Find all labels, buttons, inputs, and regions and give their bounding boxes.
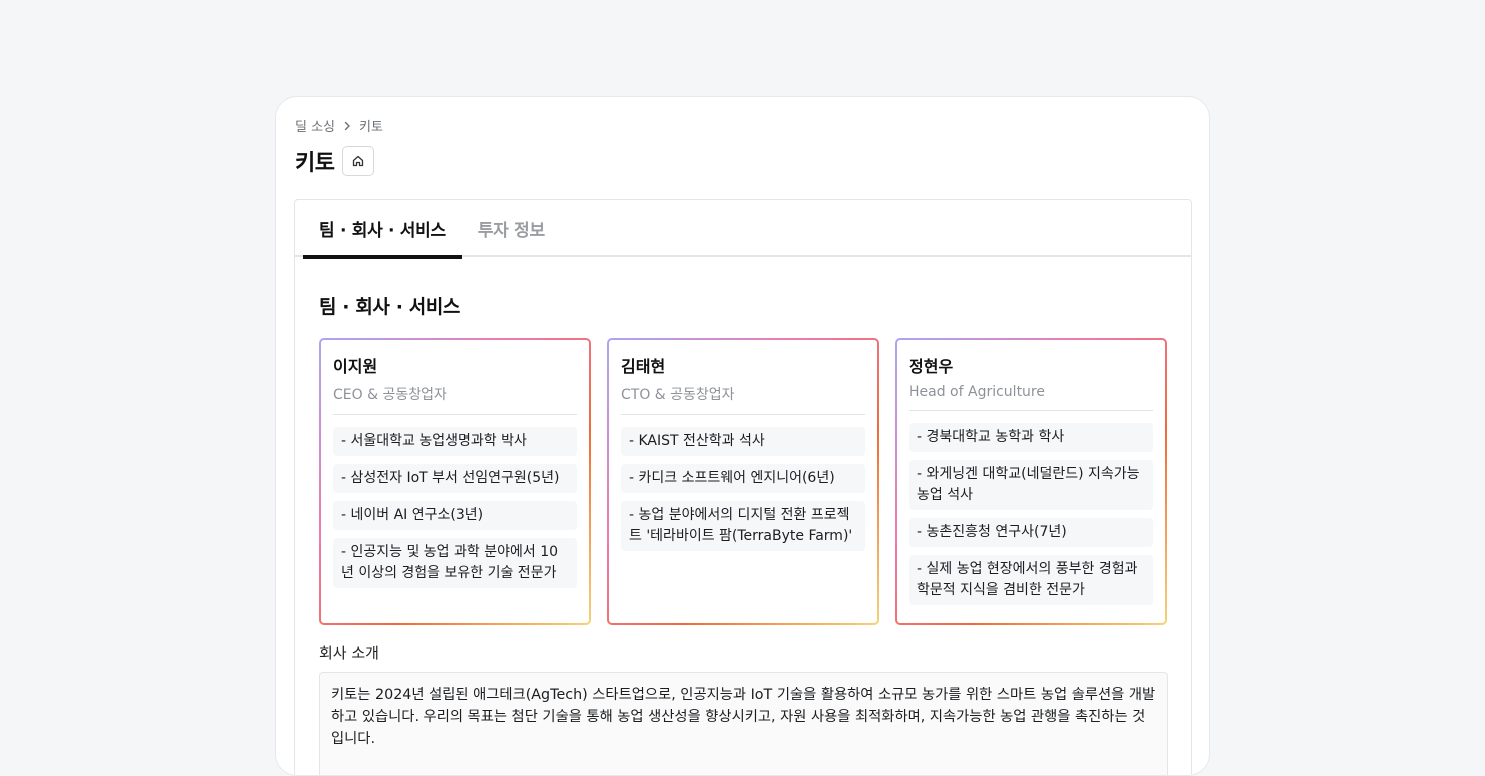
member-career-item: - 서울대학교 농업생명과학 박사 <box>333 427 577 456</box>
breadcrumb: 딜 소싱 키토 <box>295 116 383 135</box>
member-name: 정현우 <box>909 357 954 376</box>
tab-investment-info[interactable]: 투자 정보 <box>462 200 561 257</box>
member-career-item: - 농촌진흥청 연구사(7년) <box>909 518 1153 547</box>
member-career-item: - 실제 농업 현장에서의 풍부한 경험과 학문적 지식을 겸비한 전문가 <box>909 555 1153 605</box>
member-role: CEO & 공동창업자 <box>333 384 577 415</box>
company-intro-label: 회사 소개 <box>319 644 379 662</box>
member-role: CTO & 공동창업자 <box>621 384 865 415</box>
chevron-right-icon <box>341 120 353 132</box>
member-name: 이지원 <box>333 357 378 376</box>
member-career-item: - 네이버 AI 연구소(3년) <box>333 501 577 530</box>
home-button[interactable] <box>342 146 375 176</box>
breadcrumb-current: 키토 <box>359 120 383 135</box>
home-icon <box>351 154 365 168</box>
member-role: Head of Agriculture <box>909 384 1153 411</box>
company-intro-text: 키토는 2024년 설립된 애그테크(AgTech) 스타트업으로, 인공지능과… <box>319 672 1168 775</box>
member-card: 정현우 Head of Agriculture - 경북대학교 농학과 학사 -… <box>895 338 1167 625</box>
member-career-item: - 농업 분야에서의 디지털 전환 프로젝트 '테라바이트 팜(TerraByt… <box>621 501 865 551</box>
team-members: 이지원 CEO & 공동창업자 - 서울대학교 농업생명과학 박사 - 삼성전자… <box>319 338 1167 625</box>
member-career-item: - 와게닝겐 대학교(네덜란드) 지속가능농업 석사 <box>909 460 1153 510</box>
member-card: 김태현 CTO & 공동창업자 - KAIST 전산학과 석사 - 카디크 소프… <box>607 338 879 625</box>
content-panel: 팀 · 회사 · 서비스 투자 정보 팀 · 회사 · 서비스 이지원 CEO … <box>294 199 1192 775</box>
member-name: 김태현 <box>621 357 666 376</box>
tab-team-company-service[interactable]: 팀 · 회사 · 서비스 <box>303 200 462 259</box>
title-row: 키토 <box>295 145 375 177</box>
member-career-item: - 인공지능 및 농업 과학 분야에서 10년 이상의 경험을 보유한 기술 전… <box>333 538 577 588</box>
section-title: 팀 · 회사 · 서비스 <box>319 296 460 318</box>
member-career-item: - 경북대학교 농학과 학사 <box>909 423 1153 452</box>
member-career-item: - 카디크 소프트웨어 엔지니어(6년) <box>621 464 865 493</box>
deal-detail-card: 딜 소싱 키토 키토 팀 · 회사 · 서비스 투자 정보 팀 · 회사 · 서… <box>275 96 1210 776</box>
page-title: 키토 <box>295 151 335 176</box>
member-career-item: - KAIST 전산학과 석사 <box>621 427 865 456</box>
member-career-item: - 삼성전자 IoT 부서 선임연구원(5년) <box>333 464 577 493</box>
breadcrumb-deal-sourcing[interactable]: 딜 소싱 <box>295 116 335 135</box>
member-card: 이지원 CEO & 공동창업자 - 서울대학교 농업생명과학 박사 - 삼성전자… <box>319 338 591 625</box>
tab-bar: 팀 · 회사 · 서비스 투자 정보 <box>295 200 1191 259</box>
